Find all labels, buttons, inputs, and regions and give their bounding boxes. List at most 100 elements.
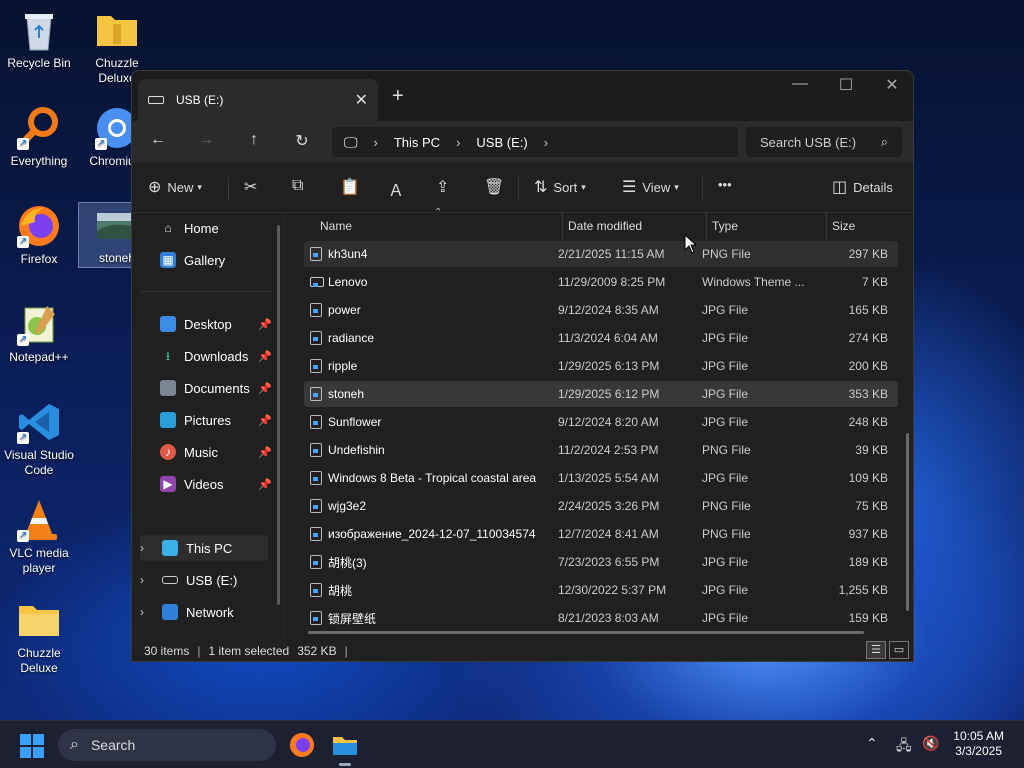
taskbar-firefox-icon[interactable]	[288, 731, 316, 759]
close-tab-icon[interactable]: ✕	[355, 90, 368, 110]
more-options-button[interactable]: •••	[718, 177, 732, 192]
sidebar-item-downloads[interactable]: ⭳ Downloads 📌	[160, 343, 278, 369]
horizontal-scrollbar[interactable]	[308, 631, 864, 634]
new-tab-button[interactable]: +	[392, 85, 404, 108]
column-header-row: ⌃ Name Date modified Type Size	[294, 207, 913, 241]
show-hidden-icons-chevron-icon[interactable]: ⌃	[866, 735, 878, 752]
rename-icon[interactable]: Ａ	[388, 177, 410, 201]
tiles-view-icon[interactable]: ▭	[889, 641, 909, 659]
share-icon[interactable]: ⇪	[436, 177, 455, 197]
chevron-right-icon[interactable]: ›	[140, 573, 156, 587]
sidebar-item-videos[interactable]: ▶ Videos 📌	[160, 471, 278, 497]
refresh-icon[interactable]: ↻	[290, 131, 314, 151]
column-type[interactable]: Type	[712, 219, 738, 233]
table-row[interactable]: ripple 1/29/2025 6:13 PM JPG File 200 KB	[304, 353, 898, 379]
table-row[interactable]: power 9/12/2024 8:35 AM JPG File 165 KB	[304, 297, 898, 323]
sort-button[interactable]: ⇅ Sort ▾	[534, 177, 586, 197]
copy-icon[interactable]: ⧉	[292, 177, 309, 195]
desktop-icon-chuzzle-bottom[interactable]: Chuzzle Deluxe	[0, 598, 78, 676]
view-button[interactable]: ☰ View ▾	[622, 177, 679, 197]
command-bar: ⊕ New ▾ ✂ ⧉ 📋 Ａ ⇪ 🗑 ⇅ Sort ▾ ☰ View ▾ ••• ◫ Det…	[132, 163, 913, 213]
sidebar-item-network[interactable]: › Network	[140, 599, 268, 625]
folder-zip-icon	[95, 8, 139, 52]
minimize-icon[interactable]: —	[777, 75, 823, 93]
search-input[interactable]: Search USB (E:) ⌕	[746, 127, 902, 157]
table-row[interactable]: Windows 8 Beta - Tropical coastal area 1/…	[304, 465, 898, 491]
column-divider[interactable]	[826, 213, 827, 239]
details-pane-icon: ◫	[832, 179, 848, 196]
sidebar-item-documents[interactable]: Documents 📌	[160, 375, 278, 401]
desktop-icon-vlc[interactable]: ↗ VLC media player	[0, 498, 78, 576]
table-row[interactable]: radiance 11/3/2024 6:04 AM JPG File 274 KB	[304, 325, 898, 351]
column-date-modified[interactable]: Date modified	[568, 219, 642, 233]
sidebar-item-home[interactable]: ⌂ Home	[160, 215, 278, 241]
music-icon: ♪	[160, 444, 176, 460]
search-icon: ⌕	[70, 736, 79, 753]
up-arrow-icon[interactable]: ↑	[242, 131, 266, 149]
taskbar-file-explorer-icon[interactable]	[331, 731, 359, 766]
table-row[interactable]: kh3un4 2/21/2025 11:15 AM PNG File 297 KB	[304, 241, 898, 267]
chevron-right-icon[interactable]: ›	[544, 135, 548, 150]
paste-icon[interactable]: 📋	[340, 177, 366, 197]
sidebar-item-pictures[interactable]: Pictures 📌	[160, 407, 278, 433]
column-size[interactable]: Size	[832, 219, 855, 233]
shortcut-arrow-icon: ↗	[95, 138, 107, 150]
chevron-right-icon[interactable]: ›	[140, 541, 156, 555]
column-name[interactable]: Name	[320, 219, 352, 233]
sidebar-item-gallery[interactable]: ▦ Gallery	[160, 247, 278, 273]
pin-icon: 📌	[258, 382, 272, 395]
navigation-bar: ← → ↑ ↻ 🖵 › This PC › USB (E:) › Search …	[132, 121, 913, 163]
breadcrumb-usb-drive[interactable]: USB (E:)	[476, 135, 527, 150]
status-item-count: 30 items	[144, 644, 190, 658]
delete-icon[interactable]: 🗑	[484, 177, 510, 197]
desktop-icon-notepadpp[interactable]: ↗ Notepad++	[0, 302, 78, 365]
explorer-body: ⌂ Home ▦ Gallery Desktop 📌 ⭳ Downloads 📌…	[132, 207, 913, 639]
details-view-icon[interactable]: ☰	[866, 641, 886, 659]
new-button[interactable]: ⊕ New ▾	[148, 177, 202, 197]
column-divider[interactable]	[562, 213, 563, 239]
table-row[interactable]: изображение_2024-12-07_110034574 12/7/202…	[304, 521, 898, 547]
table-row[interactable]: 锁屏壁纸 8/21/2023 8:03 AM JPG File 159 KB	[304, 605, 898, 631]
table-row-selected[interactable]: stoneh 1/29/2025 6:12 PM JPG File 353 KB	[304, 381, 898, 407]
desktop-icon-everything[interactable]: ↗ Everything	[0, 106, 78, 169]
sidebar-item-this-pc[interactable]: › This PC	[140, 535, 268, 561]
desktop-icon-firefox[interactable]: ↗ Firefox	[0, 204, 78, 267]
column-divider[interactable]	[706, 213, 707, 239]
start-windows-icon[interactable]	[20, 734, 44, 758]
sort-icon: ⇅	[534, 179, 548, 196]
table-row[interactable]: 胡桃 12/30/2022 5:37 PM JPG File 1,255 KB	[304, 577, 898, 603]
table-row[interactable]: 胡桃(3) 7/23/2023 6:55 PM JPG File 189 KB	[304, 549, 898, 575]
back-arrow-icon[interactable]: ←	[146, 131, 170, 149]
details-pane-button[interactable]: ◫ Details	[832, 177, 893, 197]
forward-arrow-icon[interactable]: →	[194, 131, 218, 149]
table-row[interactable]: Undefishin 11/2/2024 2:53 PM PNG File 39 KB	[304, 437, 898, 463]
table-row[interactable]: wjg3e2 2/24/2025 3:26 PM PNG File 75 KB	[304, 493, 898, 519]
notepad-plus-plus-icon: ↗	[17, 302, 61, 346]
sidebar-item-desktop[interactable]: Desktop 📌	[160, 311, 278, 337]
download-icon: ⭳	[165, 349, 171, 363]
network-status-icon[interactable]: 🖧	[896, 735, 912, 759]
image-file-icon	[310, 247, 322, 261]
close-window-icon[interactable]: ✕	[869, 75, 913, 95]
cut-icon[interactable]: ✂	[244, 177, 263, 197]
sidebar-item-music[interactable]: ♪ Music 📌	[160, 439, 278, 465]
taskbar-search-box[interactable]: ⌕ Search	[58, 729, 276, 761]
image-file-icon	[310, 415, 322, 429]
vertical-scrollbar[interactable]	[906, 433, 909, 611]
address-bar[interactable]: 🖵 › This PC › USB (E:) ›	[332, 127, 738, 157]
taskbar: ⌕ Search ⌃ 🖧 🔇 10:05 AM 3/3/2025	[0, 720, 1024, 768]
maximize-icon[interactable]: ☐	[823, 75, 869, 95]
chevron-right-icon[interactable]: ›	[140, 605, 156, 619]
sidebar-scrollbar[interactable]	[277, 225, 280, 605]
volume-muted-icon[interactable]: 🔇	[922, 735, 939, 752]
taskbar-clock[interactable]: 10:05 AM 3/3/2025	[953, 729, 1004, 759]
tab-usb-drive[interactable]: USB (E:) ✕	[138, 79, 378, 121]
sidebar-item-usb-drive[interactable]: › USB (E:)	[140, 567, 268, 593]
desktop-icon-recycle-bin[interactable]: Recycle Bin	[0, 8, 78, 71]
pin-icon: 📌	[258, 414, 272, 427]
breadcrumb-this-pc[interactable]: This PC	[394, 135, 440, 150]
title-bar: USB (E:) ✕ + — ☐ ✕	[132, 71, 913, 121]
table-row[interactable]: Sunflower 9/12/2024 8:20 AM JPG File 248 KB	[304, 409, 898, 435]
desktop-icon-vscode[interactable]: ↗ Visual Studio Code	[0, 400, 78, 478]
table-row[interactable]: Lenovo 11/29/2009 8:25 PM Windows Theme ..…	[304, 269, 898, 295]
